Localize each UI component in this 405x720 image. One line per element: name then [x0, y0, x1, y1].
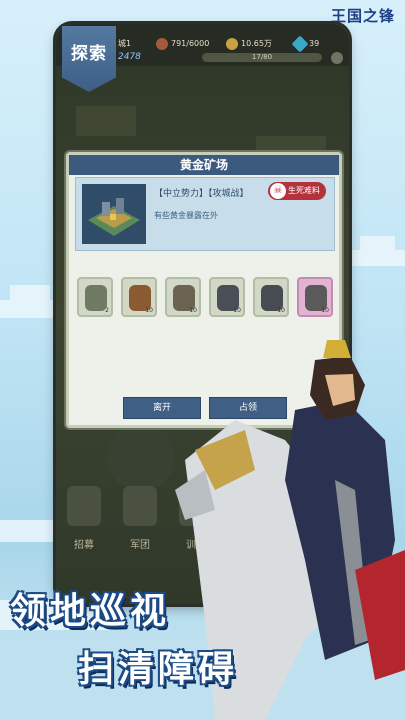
gold-counter: 10.65万 [226, 36, 272, 52]
slogan-line-2: 扫清障碍 [78, 649, 239, 690]
gem-icon [291, 35, 309, 52]
enemy-list: 2 10 10 10 10 10 [77, 277, 333, 317]
enemy-slot[interactable]: 10 [121, 277, 157, 317]
troops-icon [156, 37, 168, 50]
location-description: 有些黄金暴露在外 [154, 211, 218, 220]
brand-logo: 王国之锋 [330, 7, 395, 25]
progress-bar: 17/80 [202, 53, 322, 62]
power-value: 2478 [118, 52, 141, 62]
enemy-slot[interactable]: 10 [253, 277, 289, 317]
enemy-slot[interactable]: 10 [165, 277, 201, 317]
gem-counter: 39 [291, 35, 319, 52]
enemy-slot[interactable]: 2 [77, 277, 113, 317]
skull-icon: ☠ [270, 183, 286, 199]
enemy-slot[interactable]: 10 [209, 277, 245, 317]
nav-legion[interactable]: 军团 [118, 486, 162, 556]
location-info: 【中立势力】【攻城战】 ☠ 生死难料 有些黄金暴露在外 [75, 177, 335, 251]
troops-counter: 791/6000 [156, 36, 209, 52]
city-label: 城1 [118, 39, 132, 48]
golem-icon [85, 285, 107, 311]
danger-badge: ☠ 生死难料 [268, 182, 326, 200]
dialog-title: 黄金矿场 [69, 155, 339, 175]
menu-icon[interactable] [331, 52, 343, 64]
gold-mine-thumbnail [82, 184, 146, 244]
shield-icon [123, 486, 157, 526]
scroll-icon [67, 486, 101, 526]
enemy-slot[interactable]: 10 [297, 277, 333, 317]
slogan-line-1: 领地巡视 [10, 591, 171, 632]
gold-coin-icon [226, 37, 238, 50]
location-tags: 【中立势力】【攻城战】 [154, 189, 249, 199]
nav-recruit[interactable]: 招募 [62, 486, 106, 556]
